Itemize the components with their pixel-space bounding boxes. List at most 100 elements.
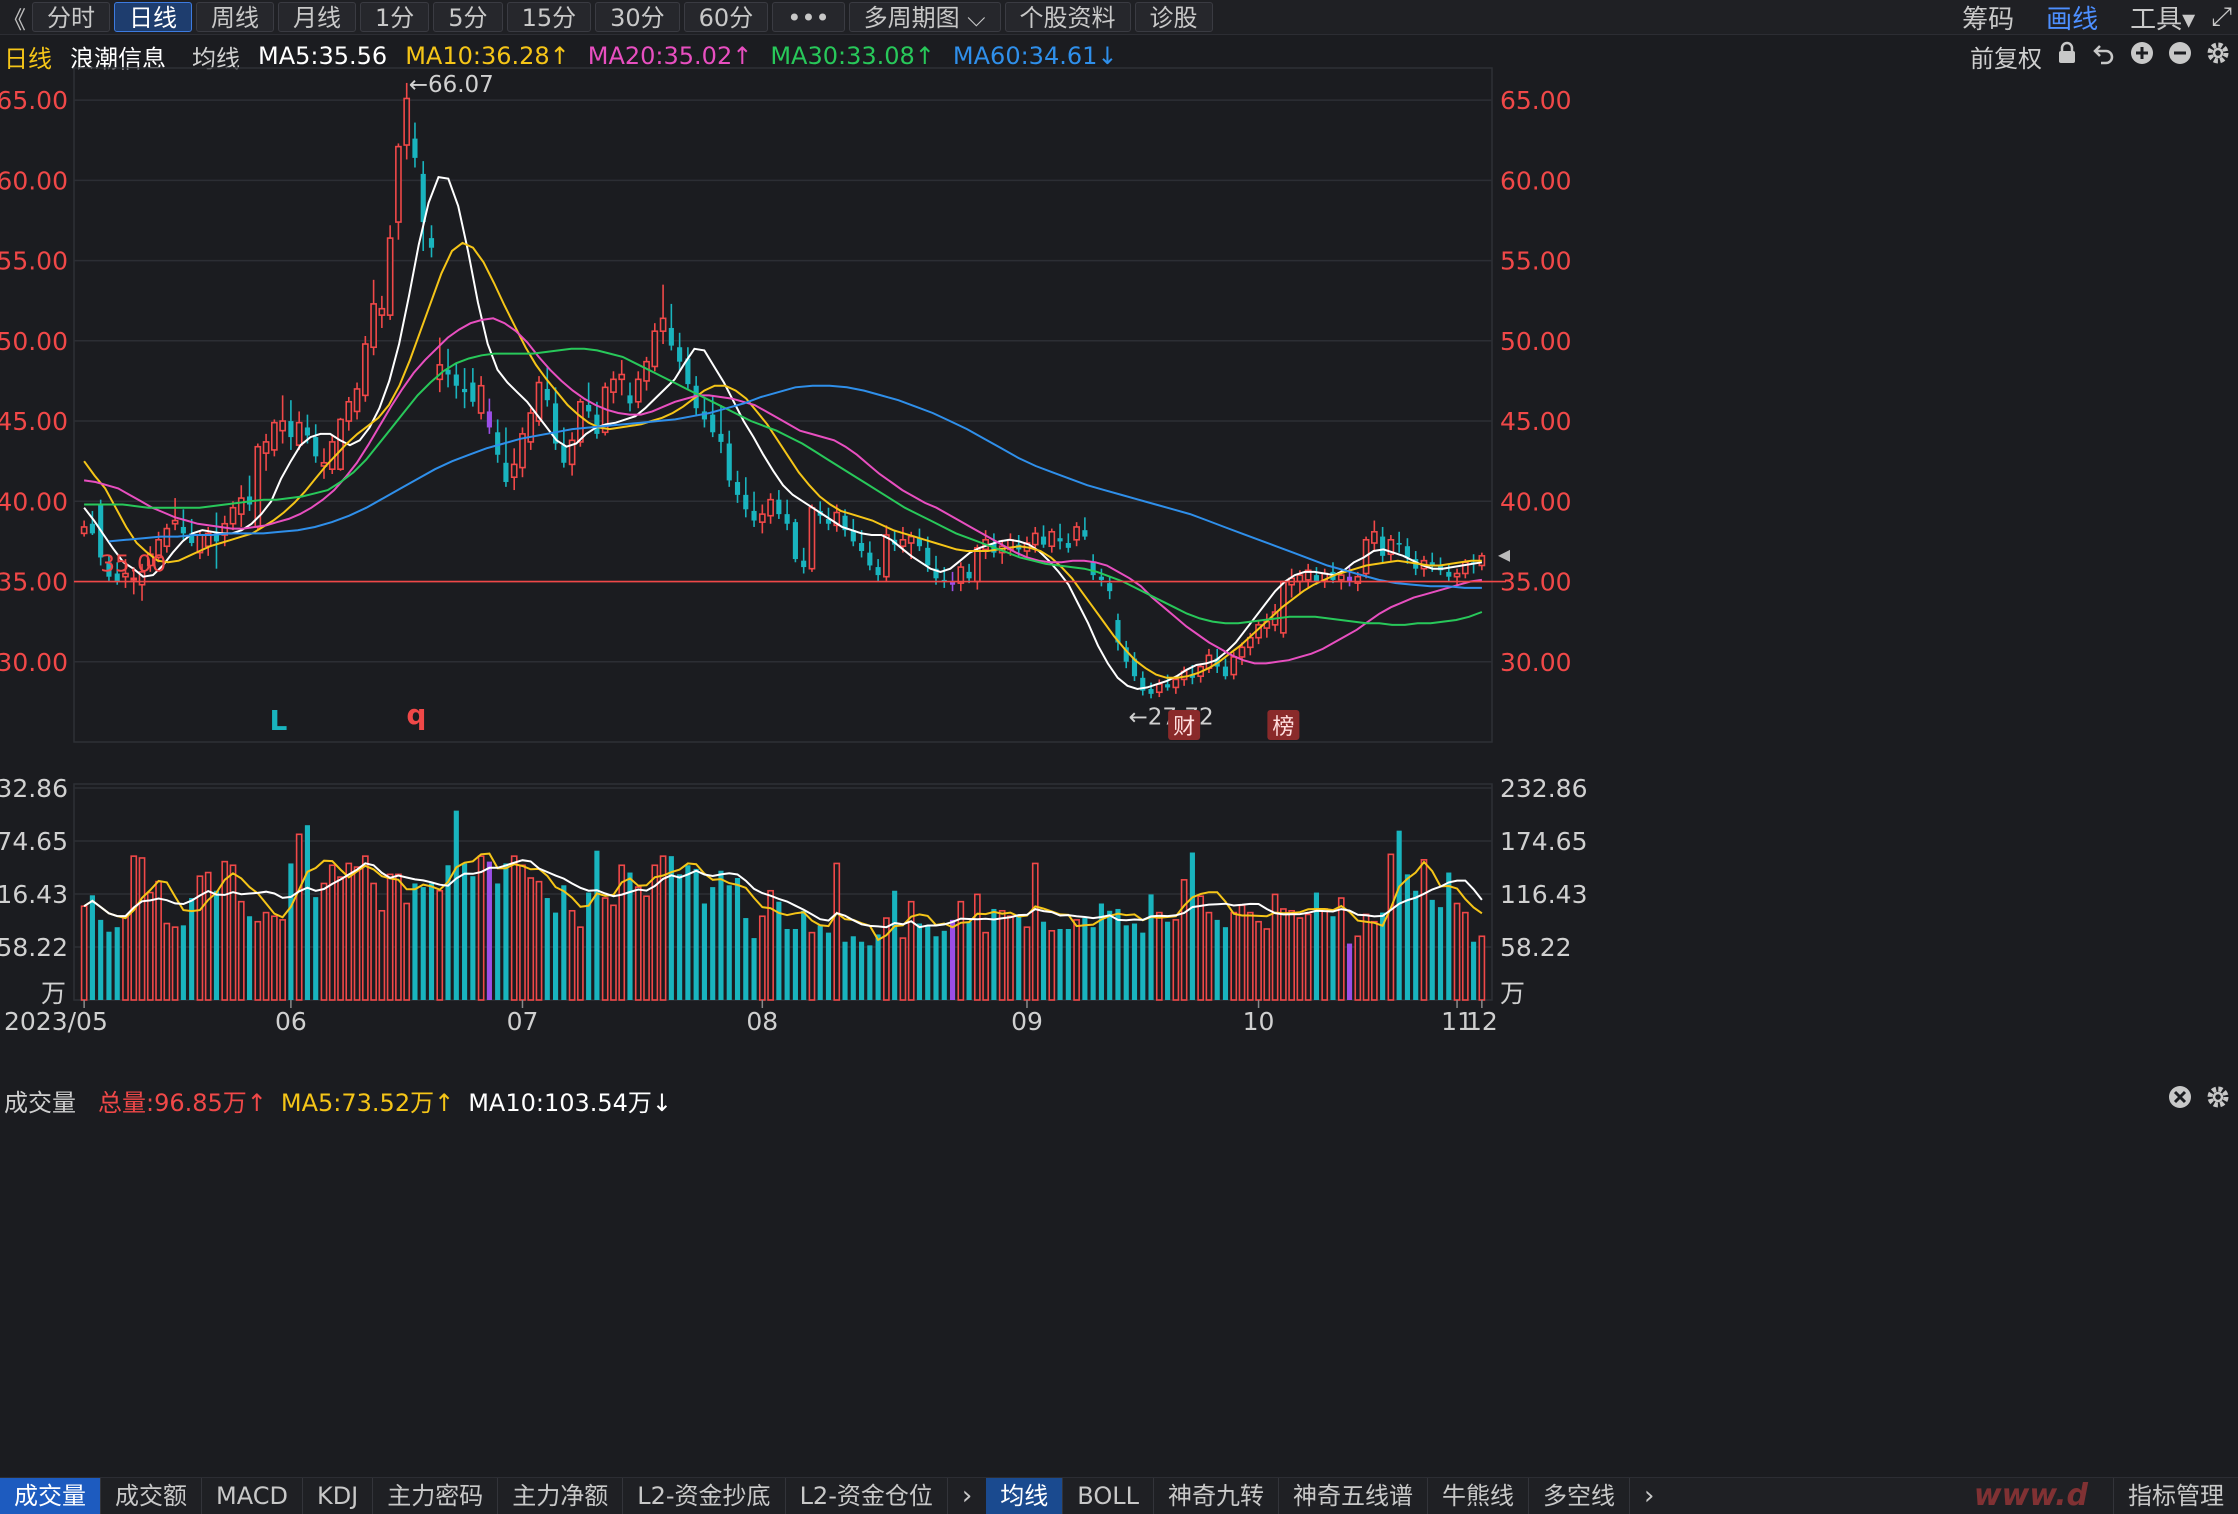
sub-chart-tab[interactable]: L2-资金抄底 — [623, 1478, 786, 1514]
candle-body — [370, 303, 377, 349]
volume-bar — [1246, 911, 1254, 1001]
indicator-tab[interactable]: 神奇五线谱 — [1279, 1478, 1428, 1514]
candle-body — [594, 414, 600, 434]
period-button[interactable]: 分时 — [32, 2, 110, 32]
sub-chart-tab[interactable]: 主力净额 — [498, 1478, 624, 1514]
period-button[interactable]: 周线 — [196, 2, 274, 32]
expand-icon[interactable]: ⤢ — [2211, 2, 2232, 33]
volume-bar — [353, 866, 361, 1001]
volume-bar — [403, 902, 411, 1001]
candle-body — [776, 499, 782, 515]
volume-bar — [1123, 925, 1129, 1000]
volume-panel-frame — [73, 783, 1493, 1001]
candle-body — [470, 382, 476, 402]
candle-body — [634, 378, 642, 403]
kline-chart[interactable]: 65.00 65.00 60.00 60.00 55.00 55.00 50.00 50.00… — [0, 34, 2238, 1474]
volume-bar — [313, 897, 319, 1000]
volume-bar — [477, 855, 485, 1001]
volume-bar — [106, 931, 112, 1000]
volume-bar — [1230, 911, 1238, 1001]
volume-tick-left: 174.65 — [0, 827, 68, 856]
tabs-next-icon[interactable]: › — [948, 1481, 986, 1511]
volume-bar — [229, 864, 237, 1001]
candle-body — [710, 414, 716, 433]
candle-body — [495, 432, 501, 455]
collapse-left-icon[interactable]: 《 — [2, 0, 26, 35]
period-button[interactable]: 5分 — [433, 2, 503, 32]
volume-bar — [1271, 893, 1279, 1001]
period-button[interactable]: 1分 — [360, 2, 430, 32]
candle-body — [1065, 543, 1071, 548]
candle-body — [1396, 543, 1402, 545]
indicator-tab[interactable]: 牛熊线 — [1428, 1478, 1529, 1514]
volume-bar — [552, 912, 559, 1000]
period-button[interactable]: 30分 — [595, 2, 680, 32]
price-tick-left: 60.00 — [0, 166, 68, 195]
volume-bar — [784, 928, 790, 1000]
candle-body — [618, 373, 626, 381]
candle-body — [1313, 575, 1320, 582]
period-button[interactable]: 月线 — [278, 2, 356, 32]
volume-bar — [262, 911, 270, 1001]
date-label: 09 — [1011, 1007, 1043, 1036]
price-tick-left: 35.00 — [0, 568, 68, 597]
volume-tick-right: 116.43 — [1500, 880, 1587, 909]
period-button[interactable]: 诊股 — [1134, 2, 1213, 32]
candle-body — [1040, 536, 1047, 545]
volume-bar — [1205, 911, 1213, 1001]
price-tick-left: 40.00 — [0, 487, 68, 516]
candle-body — [586, 405, 592, 412]
volume-bar — [495, 883, 501, 1000]
sub-chart-tab[interactable]: 成交额 — [101, 1478, 202, 1514]
volume-bar — [726, 885, 732, 1000]
candle-body — [412, 138, 418, 158]
volume-bar — [345, 862, 353, 1001]
candle-body — [428, 238, 435, 248]
price-tick-right: 30.00 — [1500, 648, 1572, 677]
indicator-tab[interactable]: BOLL — [1063, 1478, 1154, 1514]
candle-body — [883, 534, 890, 578]
sub-chart-tab[interactable]: MACD — [202, 1478, 303, 1514]
indicator-tab[interactable]: 神奇九转 — [1154, 1478, 1279, 1514]
price-panel: 65.00 65.00 60.00 60.00 55.00 55.00 50.00 50.00… — [0, 67, 1572, 743]
candle-body — [1230, 656, 1238, 676]
volume-bar — [1346, 943, 1353, 1000]
volume-bar — [361, 855, 369, 1001]
period-button[interactable]: ••• — [772, 2, 845, 32]
candle-body — [361, 343, 369, 397]
period-button[interactable]: 日线 — [114, 2, 192, 32]
volume-bar — [801, 910, 807, 1000]
volume-tick-right: 58.22 — [1500, 933, 1572, 962]
period-button[interactable]: 15分 — [506, 2, 592, 32]
indicator-manage-button[interactable]: 指标管理 — [2113, 1478, 2238, 1514]
candle-body — [677, 347, 683, 362]
chip-distribution-button[interactable]: 筹码 — [1962, 0, 2014, 36]
price-tick-right: 40.00 — [1500, 487, 1572, 516]
period-button[interactable]: 60分 — [683, 2, 769, 32]
sub-chart-tab[interactable]: KDJ — [303, 1478, 374, 1514]
volume-bar — [295, 833, 303, 1001]
sub-chart-tab[interactable]: L2-资金仓位 — [786, 1478, 948, 1514]
volume-bar — [776, 901, 782, 1000]
indicator-tab[interactable]: 多空线 — [1529, 1478, 1630, 1514]
period-button[interactable]: 多周期图 ⌵ — [848, 2, 1001, 32]
candle-body — [966, 571, 972, 579]
indicator-next-icon[interactable]: › — [1630, 1481, 1668, 1511]
volume-bar — [991, 908, 997, 1000]
volume-bar — [180, 925, 186, 1000]
volume-bar — [710, 887, 716, 1000]
sub-chart-tab[interactable]: 主力密码 — [373, 1478, 499, 1514]
date-label: 07 — [507, 1007, 539, 1036]
draw-line-button[interactable]: 画线 — [2046, 0, 2098, 36]
tools-menu-button[interactable]: 工具▾ — [2130, 0, 2195, 36]
volume-bar — [171, 926, 179, 1001]
candle-body — [561, 445, 567, 463]
volume-bar — [146, 891, 154, 1001]
volume-bar — [941, 930, 947, 1000]
sub-chart-tab[interactable]: 成交量 — [0, 1478, 101, 1514]
indicator-tab[interactable]: 均线 — [986, 1478, 1064, 1514]
date-label: 06 — [275, 1007, 307, 1036]
volume-bar — [1016, 914, 1022, 1000]
volume-bar — [270, 915, 278, 1001]
period-button[interactable]: 个股资料 — [1004, 2, 1131, 32]
